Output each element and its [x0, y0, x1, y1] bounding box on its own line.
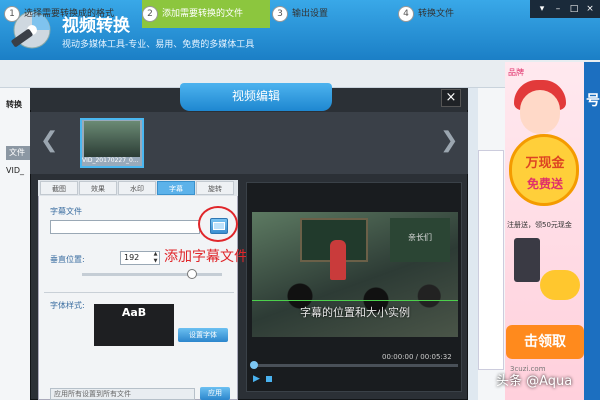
- subtitle-file-input[interactable]: [50, 220, 200, 234]
- minimize-icon[interactable]: –: [550, 2, 566, 16]
- vertical-position-label: 垂直位置:: [50, 255, 85, 264]
- ad-brand: 品牌: [508, 68, 524, 77]
- tab-watermark[interactable]: 水印: [118, 181, 156, 195]
- apply-all-select[interactable]: 应用所有设置到所有文件: [50, 388, 195, 400]
- ad-cta-button[interactable]: 击领取: [506, 325, 584, 359]
- annotation-text: 添加字幕文件: [164, 249, 248, 265]
- phone-icon: [514, 238, 540, 282]
- font-style-label: 字体样式:: [50, 301, 85, 310]
- menu-icon[interactable]: ▾: [534, 2, 550, 16]
- video-teacher-figure: [330, 240, 346, 280]
- thumbnail-image: [84, 121, 140, 157]
- tab-screenshot[interactable]: 截图: [40, 181, 78, 195]
- maximize-icon[interactable]: □: [566, 2, 582, 16]
- chevron-left-icon[interactable]: ❮: [40, 128, 58, 153]
- subtitle-preview-text: 字幕的位置和大小实例: [300, 306, 410, 319]
- thumbnail-label: VID_20170227_0...: [82, 157, 139, 164]
- video-board-text: 亲长们: [408, 233, 432, 242]
- dialog-title: 视频编辑: [180, 83, 332, 111]
- app-subtitle: 视动多媒体工具-专业、易用、免费的多媒体工具: [62, 40, 255, 50]
- highlight-circle: [198, 206, 238, 242]
- step-select-format[interactable]: 1 选择需要转换成的格式: [4, 0, 142, 28]
- main-left-panel: [0, 88, 30, 400]
- ad-coupon-line2: 免费送: [526, 177, 563, 191]
- step-number: 1: [4, 5, 20, 22]
- stepper-arrows-icon[interactable]: ▲ ▼: [151, 251, 160, 265]
- close-icon[interactable]: ×: [582, 2, 598, 16]
- slider-handle[interactable]: [187, 269, 197, 279]
- step-number: 4: [398, 5, 414, 22]
- ad-side-strip: [584, 62, 600, 400]
- ad-coupon-line1: 万现金: [525, 156, 565, 171]
- ad-promo-line: 注册送，领50元现金: [507, 221, 572, 229]
- subtitle-file-label: 字幕文件: [50, 207, 82, 216]
- chevron-right-icon[interactable]: ❯: [440, 128, 458, 153]
- video-progress-bar[interactable]: [252, 364, 458, 367]
- time-display: 00:00:00 / 00:05:32: [382, 353, 452, 361]
- step-convert[interactable]: 4 转换文件: [398, 0, 498, 28]
- step-label: 转换文件: [418, 9, 455, 19]
- apply-button[interactable]: 应用: [200, 387, 230, 400]
- step-label: 添加需要转换的文件: [162, 9, 244, 19]
- file-row[interactable]: VID_: [6, 166, 24, 175]
- file-column-header: 文件: [6, 146, 30, 160]
- set-font-button[interactable]: 设置字体: [178, 328, 228, 342]
- step-label: 输出设置: [292, 9, 329, 19]
- watermark: 头条 @Aqua: [496, 374, 573, 389]
- dialog-close-button[interactable]: ×: [441, 89, 461, 107]
- divider: [44, 292, 234, 293]
- vertical-position-slider[interactable]: [82, 273, 222, 276]
- tab-subtitle[interactable]: 字幕: [157, 181, 195, 195]
- tab-effect[interactable]: 效果: [79, 181, 117, 195]
- stop-icon[interactable]: [266, 376, 272, 382]
- step-label: 选择需要转换成的格式: [24, 9, 115, 19]
- step-add-files[interactable]: 2 添加需要转换的文件: [142, 0, 270, 28]
- font-preview-text: AaB: [121, 306, 147, 319]
- ad-character-face: [520, 90, 560, 134]
- play-icon[interactable]: ▶: [253, 374, 260, 384]
- step-number: 3: [272, 5, 288, 22]
- tab-rotate[interactable]: 旋转: [196, 181, 234, 195]
- step-number: 2: [142, 5, 158, 22]
- window-controls: ▾ – □ ×: [530, 0, 600, 18]
- step-output-settings[interactable]: 3 输出设置: [272, 0, 382, 28]
- scrollbar[interactable]: [478, 150, 504, 370]
- transform-label: 转换: [6, 100, 22, 109]
- progress-handle[interactable]: [250, 361, 258, 369]
- coins-icon: [540, 270, 580, 300]
- ad-side-char: 号: [586, 93, 600, 109]
- subtitle-position-guide: [252, 300, 458, 301]
